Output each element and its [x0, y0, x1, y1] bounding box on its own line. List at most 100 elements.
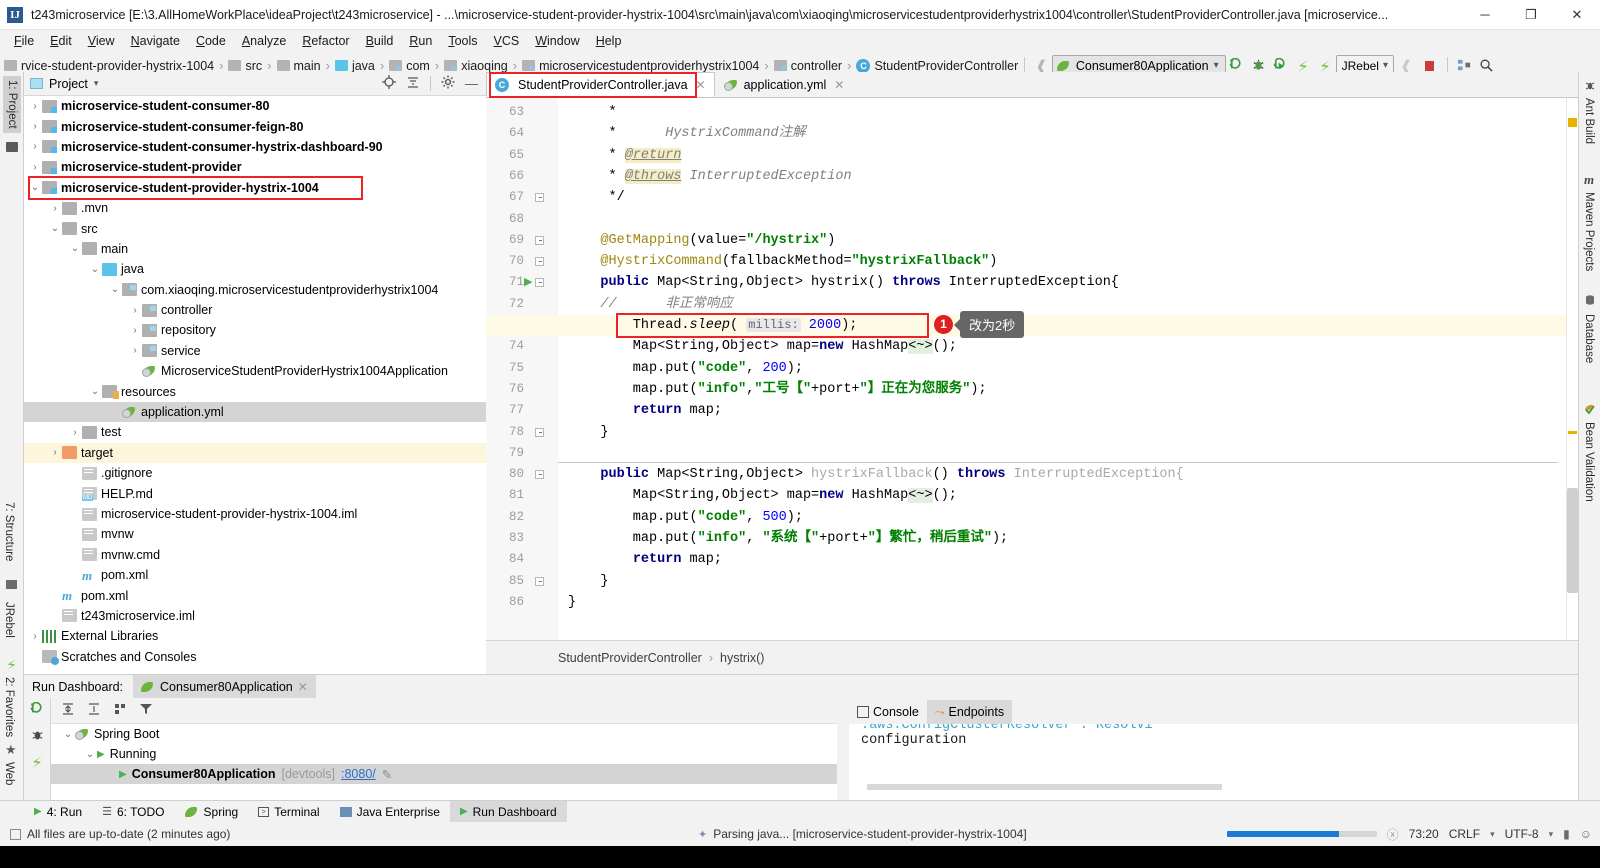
code-text[interactable]: * * HystrixCommand注解 * @return * @throws…	[486, 98, 1578, 640]
menu-item-tools[interactable]: Tools	[440, 32, 485, 50]
expand-arrow-icon[interactable]: ⌄	[88, 386, 102, 397]
breadcrumb-item[interactable]: src	[228, 59, 262, 73]
code-line[interactable]: return map;	[568, 400, 722, 421]
expand-arrow-icon[interactable]: ›	[48, 203, 62, 214]
expand-arrow-icon[interactable]: ›	[28, 101, 42, 112]
caret-position[interactable]: 73:20	[1409, 827, 1439, 841]
expand-arrow-icon[interactable]: ›	[28, 121, 42, 132]
code-folding-icon[interactable]	[535, 470, 544, 480]
debug-icon[interactable]	[30, 728, 45, 746]
code-line[interactable]: @GetMapping(value="/hystrix")	[568, 230, 835, 251]
sidebar-item-project[interactable]: 1: Project	[3, 76, 21, 133]
menu-item-code[interactable]: Code	[188, 32, 234, 50]
sidebar-item-database[interactable]: Database	[1583, 314, 1595, 363]
tree-node[interactable]: microservice-student-provider-hystrix-10…	[24, 504, 486, 524]
menu-item-help[interactable]: Help	[588, 32, 630, 50]
sidebar-item-bean-validation[interactable]: Bean Validation	[1583, 422, 1595, 502]
breadcrumb-item[interactable]: java	[334, 59, 375, 73]
expand-arrow-icon[interactable]: ⌄	[61, 729, 75, 740]
encoding[interactable]: UTF-8	[1505, 827, 1539, 841]
tree-node[interactable]: ⌄ resources	[24, 381, 486, 401]
collapse-all-icon[interactable]	[406, 75, 420, 92]
minimize-icon[interactable]: ─	[1462, 0, 1508, 30]
hide-panel-icon[interactable]: —	[465, 76, 480, 91]
code-line[interactable]: }	[568, 571, 608, 592]
collapse-all-icon[interactable]	[87, 702, 101, 719]
tree-node[interactable]: ⌄ microservice-student-provider-hystrix-1…	[24, 178, 486, 198]
editor-tab-2[interactable]: application.yml ✕	[714, 72, 854, 97]
tree-node[interactable]: › microservice-student-consumer-80	[24, 96, 486, 116]
project-tree[interactable]: › microservice-student-consumer-80 › micros…	[24, 96, 486, 674]
tree-node[interactable]: mvnw	[24, 524, 486, 544]
code-line[interactable]: */	[568, 187, 625, 208]
console-output[interactable]: .aws.ConfigClusterResolver : Resolvi con…	[849, 724, 1578, 800]
filter-icon[interactable]	[139, 702, 153, 719]
menu-item-refactor[interactable]: Refactor	[294, 32, 357, 50]
code-line[interactable]: map.put("code", 500);	[568, 507, 803, 528]
close-icon[interactable]: ✕	[834, 78, 844, 92]
expand-arrow-icon[interactable]: ›	[68, 427, 82, 438]
bottom-tab-6-todo[interactable]: ☰ 6: TODO	[92, 801, 174, 823]
tree-node[interactable]: MicroserviceStudentProviderHystrix1004Ap…	[24, 361, 486, 381]
console-tab-console[interactable]: Console	[849, 700, 927, 724]
locate-icon[interactable]	[382, 75, 396, 92]
code-folding-icon[interactable]	[535, 257, 544, 267]
tree-node[interactable]: application.yml	[24, 401, 486, 423]
breadcrumb-class[interactable]: StudentProviderController	[558, 651, 702, 665]
sidebar-item-structure[interactable]: 7: Structure	[3, 502, 15, 561]
breadcrumb-item[interactable]: rvice-student-provider-hystrix-1004	[4, 59, 214, 73]
console-tab-bar[interactable]: Console ⤳ Endpoints	[837, 698, 1578, 724]
expand-arrow-icon[interactable]: ›	[128, 305, 142, 316]
expand-arrow-icon[interactable]: ⌄	[88, 264, 102, 275]
expand-arrow-icon[interactable]: ›	[28, 631, 42, 642]
breadcrumb-item[interactable]: main	[276, 59, 321, 73]
expand-arrow-icon[interactable]: ›	[128, 325, 142, 336]
bottom-tool-window-bar[interactable]: ▶ 4: Run ☰ 6: TODO Spring > Terminal Java Enter…	[0, 800, 1600, 823]
tree-node[interactable]: m pom.xml	[24, 565, 486, 585]
group-icon[interactable]	[113, 702, 127, 719]
tree-node[interactable]: › microservice-student-consumer-hystrix-d…	[24, 137, 486, 157]
code-line[interactable]: * @return	[568, 145, 682, 166]
bottom-tab-spring[interactable]: Spring	[175, 801, 249, 823]
tree-node[interactable]: › microservice-student-provider	[24, 157, 486, 177]
error-stripe[interactable]	[1566, 98, 1578, 640]
expand-all-icon[interactable]	[61, 702, 75, 719]
tree-node[interactable]: ⌄ main	[24, 239, 486, 259]
tree-node[interactable]: › service	[24, 341, 486, 361]
tree-node[interactable]: ⌄ src	[24, 218, 486, 238]
jrebel-icon[interactable]	[29, 754, 45, 773]
breadcrumb-method[interactable]: hystrix()	[720, 651, 764, 665]
run-dashboard-node[interactable]: ▶ Consumer80Application [devtools]:8080/ ✎	[51, 764, 837, 784]
tree-node[interactable]: › controller	[24, 300, 486, 320]
run-dashboard-node[interactable]: ⌄ ▶ Running	[51, 744, 837, 764]
sidebar-item-jrebel[interactable]: JRebel	[3, 602, 15, 638]
breadcrumb-item[interactable]: com	[389, 59, 430, 73]
breadcrumb-item[interactable]: xiaoqing	[444, 59, 508, 73]
code-folding-icon[interactable]	[535, 427, 544, 437]
code-line[interactable]: return map;	[568, 549, 722, 570]
sidebar-item-ant-build[interactable]: Ant Build	[1583, 98, 1595, 144]
breadcrumb-item[interactable]: controller	[773, 59, 842, 73]
menu-item-run[interactable]: Run	[401, 32, 440, 50]
code-line[interactable]: @HystrixCommand(fallbackMethod="hystrixF…	[568, 251, 997, 272]
tree-node[interactable]: › target	[24, 442, 486, 464]
bottom-tab-terminal[interactable]: > Terminal	[248, 801, 329, 823]
code-line[interactable]: Thread.sleep( millis: 2000);	[568, 315, 857, 336]
code-line[interactable]: * HystrixCommand注解	[568, 123, 806, 144]
tree-node[interactable]: t243microservice.iml	[24, 606, 486, 626]
expand-arrow-icon[interactable]: ⌄	[28, 182, 42, 193]
code-folding-icon[interactable]	[535, 278, 544, 288]
sidebar-item-maven-projects[interactable]: Maven Projects	[1583, 192, 1595, 271]
code-line[interactable]: map.put("info", "系统【"+port+"】繁忙，稍后重试");	[568, 528, 1008, 549]
edit-icon[interactable]: ✎	[382, 767, 392, 782]
close-icon[interactable]: ✕	[696, 78, 706, 92]
bottom-tab-run-dashboard[interactable]: ▶ Run Dashboard	[449, 800, 567, 823]
tree-node[interactable]: › .mvn	[24, 198, 486, 218]
expand-arrow-icon[interactable]: ›	[28, 141, 42, 152]
breadcrumb-item[interactable]: C StudentProviderController	[856, 58, 1018, 73]
expand-arrow-icon[interactable]: ›	[128, 345, 142, 356]
code-line[interactable]: }	[568, 422, 608, 443]
code-line[interactable]: * @throws InterruptedException	[568, 166, 852, 187]
tree-node[interactable]: ⌄ java	[24, 259, 486, 279]
run-dashboard-tab[interactable]: Consumer80Application ✕	[133, 674, 316, 699]
